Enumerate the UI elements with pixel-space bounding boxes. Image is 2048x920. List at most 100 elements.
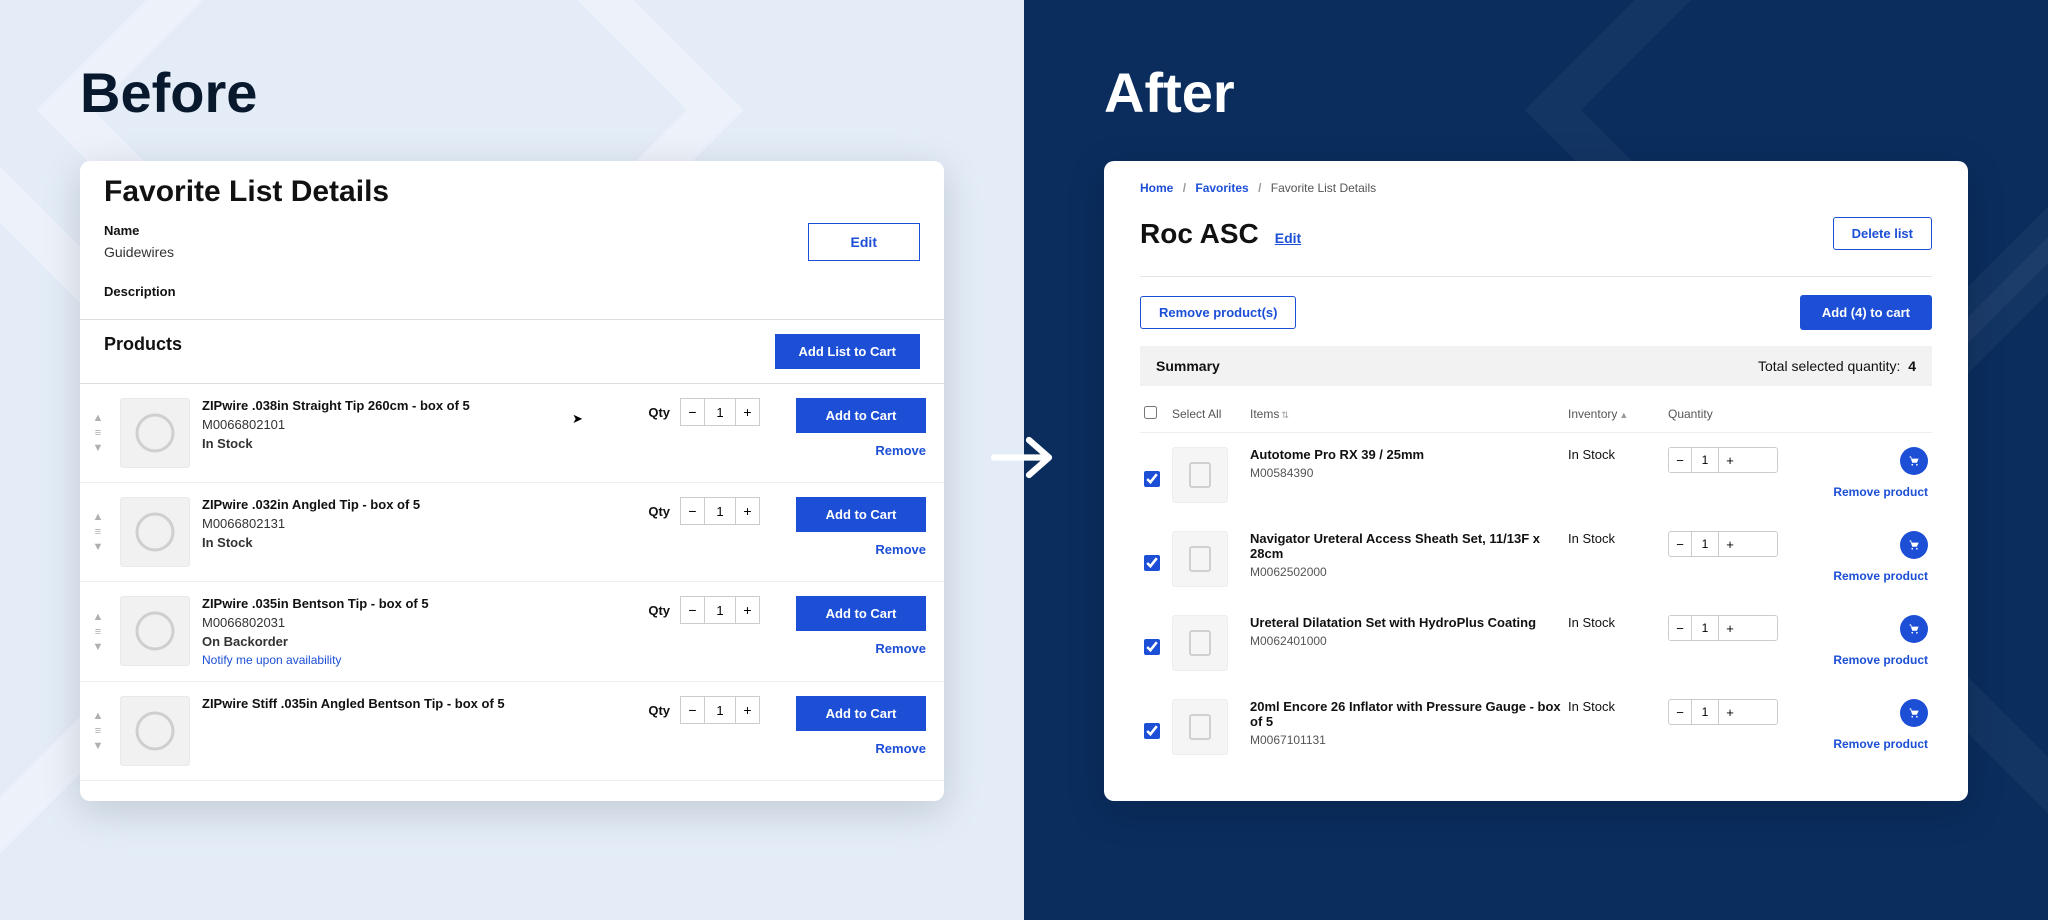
item-sku: M00584390 [1250, 466, 1568, 480]
product-stock: On Backorder [202, 634, 636, 649]
page-title: Roc ASC [1140, 218, 1259, 250]
remove-link[interactable]: Remove [875, 741, 926, 756]
item-stock: In Stock [1568, 531, 1668, 546]
quantity-stepper[interactable]: − + [680, 398, 760, 426]
qty-plus-button[interactable]: + [1719, 532, 1741, 556]
qty-input[interactable] [1691, 448, 1719, 472]
qty-input[interactable] [705, 399, 735, 425]
sort-asc-icon: ▲ [1619, 410, 1628, 420]
drag-handle-icon[interactable]: ▲≡▼ [88, 710, 108, 752]
remove-link[interactable]: Remove [875, 641, 926, 656]
product-row: ▲≡▼ ZIPwire .035in Bentson Tip - box of … [80, 582, 944, 682]
delete-list-button[interactable]: Delete list [1833, 217, 1932, 250]
add-to-cart-button[interactable]: Add (4) to cart [1800, 295, 1932, 330]
breadcrumb: Home / Favorites / Favorite List Details [1140, 181, 1932, 195]
qty-input[interactable] [1691, 616, 1719, 640]
remove-product-link[interactable]: Remove product [1833, 653, 1928, 667]
remove-product-link[interactable]: Remove product [1833, 569, 1928, 583]
cart-icon-button[interactable] [1900, 531, 1928, 559]
product-sku: M0066802101 [202, 417, 636, 432]
drag-handle-icon[interactable]: ▲≡▼ [88, 412, 108, 454]
item-name: 20ml Encore 26 Inflator with Pressure Ga… [1250, 699, 1568, 729]
qty-plus-button[interactable]: + [1719, 700, 1741, 724]
qty-plus-button[interactable]: + [735, 399, 759, 425]
qty-input[interactable] [705, 697, 735, 723]
product-row: ▲≡▼ ZIPwire .038in Straight Tip 260cm - … [80, 384, 944, 483]
crumb-home[interactable]: Home [1140, 181, 1173, 195]
remove-products-button[interactable]: Remove product(s) [1140, 296, 1296, 329]
item-thumbnail [1172, 447, 1228, 503]
crumb-favorites[interactable]: Favorites [1195, 181, 1248, 195]
row-checkbox[interactable] [1144, 555, 1160, 571]
quantity-stepper[interactable]: − + [1668, 531, 1778, 557]
qty-minus-button[interactable]: − [1669, 448, 1691, 472]
cart-icon-button[interactable] [1900, 699, 1928, 727]
item-stock: In Stock [1568, 447, 1668, 462]
product-thumbnail [120, 696, 190, 766]
cart-icon-button[interactable] [1900, 615, 1928, 643]
col-items[interactable]: Items [1250, 407, 1279, 421]
col-inventory[interactable]: Inventory [1568, 407, 1617, 421]
item-thumbnail [1172, 615, 1228, 671]
remove-product-link[interactable]: Remove product [1833, 485, 1928, 499]
select-all-checkbox[interactable] [1144, 406, 1157, 419]
remove-link[interactable]: Remove [875, 443, 926, 458]
qty-minus-button[interactable]: − [681, 697, 705, 723]
product-name: ZIPwire .038in Straight Tip 260cm - box … [202, 398, 636, 413]
row-checkbox[interactable] [1144, 471, 1160, 487]
qty-minus-button[interactable]: − [1669, 616, 1691, 640]
row-checkbox[interactable] [1144, 639, 1160, 655]
product-stock: In Stock [202, 436, 636, 451]
row-checkbox[interactable] [1144, 723, 1160, 739]
add-to-cart-button[interactable]: Add to Cart [796, 497, 926, 532]
quantity-stepper[interactable]: − + [1668, 615, 1778, 641]
qty-minus-button[interactable]: − [1669, 700, 1691, 724]
quantity-stepper[interactable]: − + [1668, 447, 1778, 473]
page-title: Favorite List Details [104, 175, 920, 209]
quantity-stepper[interactable]: − + [680, 596, 760, 624]
qty-minus-button[interactable]: − [1669, 532, 1691, 556]
qty-plus-button[interactable]: + [1719, 448, 1741, 472]
qty-plus-button[interactable]: + [735, 697, 759, 723]
add-to-cart-button[interactable]: Add to Cart [796, 596, 926, 631]
edit-button[interactable]: Edit [808, 223, 920, 261]
qty-input[interactable] [705, 597, 735, 623]
item-sku: M0062401000 [1250, 634, 1568, 648]
notify-link[interactable]: Notify me upon availability [202, 653, 636, 667]
add-list-to-cart-button[interactable]: Add List to Cart [775, 334, 921, 369]
add-to-cart-button[interactable]: Add to Cart [796, 398, 926, 433]
qty-input[interactable] [1691, 532, 1719, 556]
description-label: Description [104, 284, 176, 299]
product-name: ZIPwire .032in Angled Tip - box of 5 [202, 497, 636, 512]
edit-link[interactable]: Edit [1275, 230, 1301, 246]
qty-input[interactable] [705, 498, 735, 524]
qty-plus-button[interactable]: + [1719, 616, 1741, 640]
quantity-stepper[interactable]: − + [680, 497, 760, 525]
remove-link[interactable]: Remove [875, 542, 926, 557]
quantity-stepper[interactable]: − + [1668, 699, 1778, 725]
after-heading: After [1104, 60, 1968, 125]
qty-minus-button[interactable]: − [681, 597, 705, 623]
product-list: ▲≡▼ ZIPwire .038in Straight Tip 260cm - … [80, 384, 944, 781]
quantity-stepper[interactable]: − + [680, 696, 760, 724]
product-row: ▲≡▼ ZIPwire .032in Angled Tip - box of 5… [80, 483, 944, 582]
select-all-label[interactable]: Select All [1172, 407, 1221, 421]
drag-handle-icon[interactable]: ▲≡▼ [88, 611, 108, 653]
item-stock: In Stock [1568, 615, 1668, 630]
qty-plus-button[interactable]: + [735, 597, 759, 623]
cart-icon-button[interactable] [1900, 447, 1928, 475]
qty-label: Qty [648, 703, 670, 718]
product-name: ZIPwire .035in Bentson Tip - box of 5 [202, 596, 636, 611]
remove-product-link[interactable]: Remove product [1833, 737, 1928, 751]
add-to-cart-button[interactable]: Add to Cart [796, 696, 926, 731]
qty-input[interactable] [1691, 700, 1719, 724]
sort-icon: ⇅ [1281, 410, 1289, 420]
qty-plus-button[interactable]: + [735, 498, 759, 524]
item-row: Autotome Pro RX 39 / 25mm M00584390 In S… [1140, 433, 1932, 517]
qty-minus-button[interactable]: − [681, 399, 705, 425]
item-sku: M0062502000 [1250, 565, 1568, 579]
drag-handle-icon[interactable]: ▲≡▼ [88, 511, 108, 553]
product-thumbnail [120, 497, 190, 567]
item-sku: M0067101131 [1250, 733, 1568, 747]
qty-minus-button[interactable]: − [681, 498, 705, 524]
